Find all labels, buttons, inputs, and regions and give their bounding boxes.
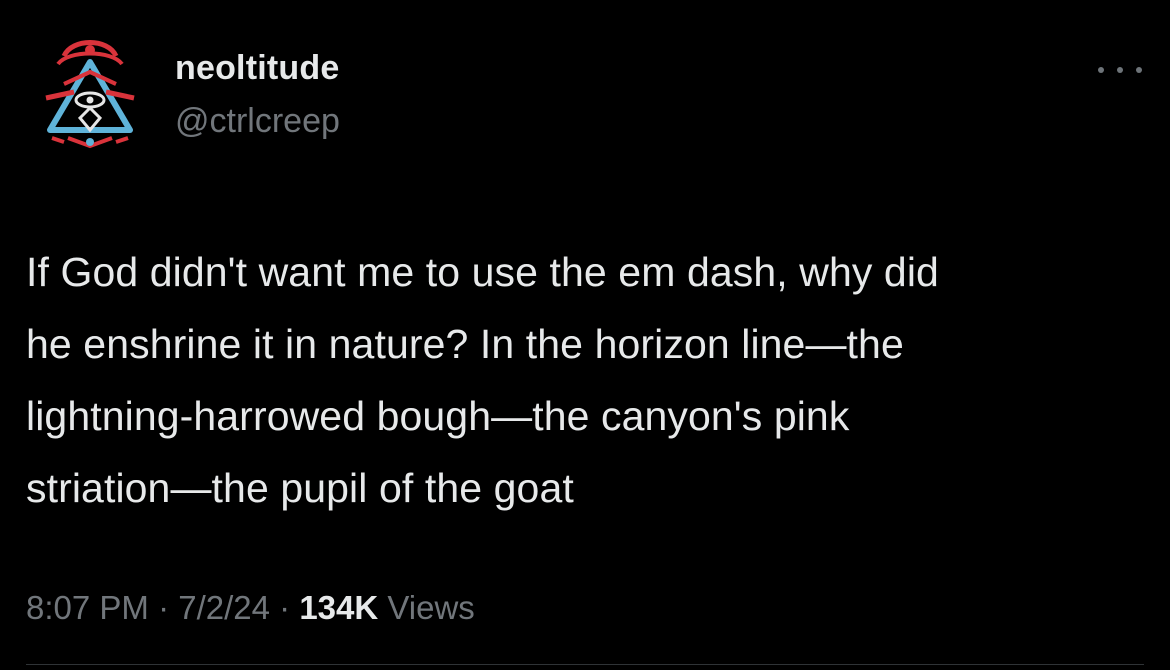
avatar[interactable] <box>34 34 146 152</box>
user-info: neoltitude @ctrlcreep <box>175 46 340 144</box>
more-horizontal-icon <box>1098 67 1104 73</box>
meta-separator: · <box>269 589 300 626</box>
pyramid-eye-icon <box>45 40 135 149</box>
more-horizontal-icon <box>1117 67 1123 73</box>
views-count[interactable]: 134K <box>299 589 378 626</box>
views-label: Views <box>378 589 475 626</box>
tweet-time[interactable]: 8:07 PM <box>26 589 149 626</box>
tweet-metadata: 8:07 PM · 7/2/24 · 134K Views <box>26 586 475 630</box>
user-handle[interactable]: @ctrlcreep <box>175 98 340 144</box>
divider <box>26 664 1144 665</box>
more-options-button[interactable] <box>1098 58 1142 82</box>
tweet-date[interactable]: 7/2/24 <box>178 589 270 626</box>
display-name[interactable]: neoltitude <box>175 46 340 90</box>
more-horizontal-icon <box>1136 67 1142 73</box>
tweet-text: If God didn't want me to use the em dash… <box>26 249 939 511</box>
meta-separator: · <box>148 589 179 626</box>
tweet: neoltitude @ctrlcreep If God didn't want… <box>0 0 1170 670</box>
